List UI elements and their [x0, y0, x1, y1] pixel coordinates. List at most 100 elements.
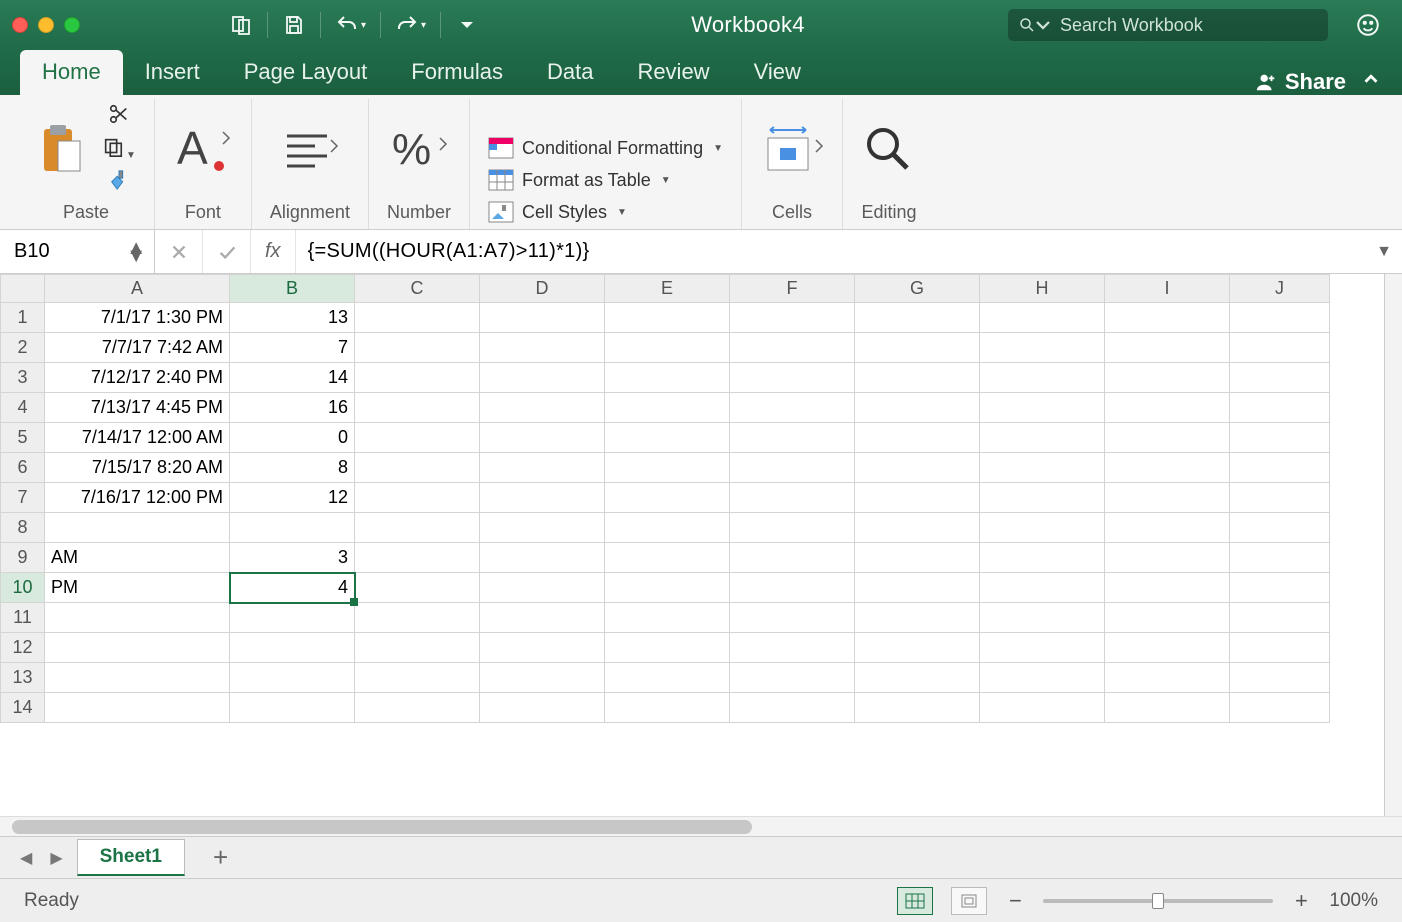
- cell[interactable]: [480, 363, 605, 393]
- cell[interactable]: [980, 573, 1105, 603]
- cell[interactable]: [1105, 573, 1230, 603]
- fill-handle[interactable]: [350, 598, 358, 606]
- cell[interactable]: [480, 663, 605, 693]
- cell[interactable]: [730, 483, 855, 513]
- row-header[interactable]: 2: [1, 333, 45, 363]
- row-header[interactable]: 7: [1, 483, 45, 513]
- cell[interactable]: [355, 363, 480, 393]
- cell[interactable]: [980, 693, 1105, 723]
- select-all-corner[interactable]: [1, 275, 45, 303]
- cell[interactable]: [605, 393, 730, 423]
- cell[interactable]: [355, 633, 480, 663]
- cell[interactable]: [980, 663, 1105, 693]
- cell[interactable]: [730, 333, 855, 363]
- cell[interactable]: PM: [45, 573, 230, 603]
- cell[interactable]: 7: [230, 333, 355, 363]
- cell[interactable]: [855, 513, 980, 543]
- expand-formula-bar-button[interactable]: ▼: [1366, 230, 1402, 273]
- cell[interactable]: [605, 693, 730, 723]
- cell[interactable]: [1105, 483, 1230, 513]
- cell[interactable]: [730, 303, 855, 333]
- cell[interactable]: [355, 453, 480, 483]
- cell[interactable]: [355, 693, 480, 723]
- cell[interactable]: 4: [230, 573, 355, 603]
- cell[interactable]: [855, 543, 980, 573]
- cell[interactable]: [605, 513, 730, 543]
- sheet-tab[interactable]: Sheet1: [77, 839, 185, 876]
- page-layout-view-button[interactable]: [951, 887, 987, 915]
- undo-button[interactable]: ▾: [335, 13, 366, 37]
- copy-button[interactable]: ▼: [102, 136, 136, 163]
- fx-label[interactable]: fx: [251, 230, 296, 273]
- cell[interactable]: [855, 363, 980, 393]
- multipage-icon[interactable]: [229, 13, 253, 37]
- enter-formula-button[interactable]: [203, 230, 251, 273]
- cell[interactable]: [355, 513, 480, 543]
- formula-input[interactable]: {=SUM((HOUR(A1:A7)>11)*1)}: [296, 230, 1366, 273]
- conditional-formatting-button[interactable]: Conditional Formatting▼: [488, 137, 723, 159]
- add-sheet-button[interactable]: +: [195, 842, 246, 873]
- cell[interactable]: [730, 393, 855, 423]
- cell[interactable]: 14: [230, 363, 355, 393]
- cell[interactable]: [980, 483, 1105, 513]
- cell[interactable]: [1230, 393, 1330, 423]
- cell[interactable]: [855, 333, 980, 363]
- cell[interactable]: [980, 603, 1105, 633]
- zoom-out-button[interactable]: −: [1005, 888, 1025, 914]
- row-header[interactable]: 1: [1, 303, 45, 333]
- cell[interactable]: 7/7/17 7:42 AM: [45, 333, 230, 363]
- cell[interactable]: [355, 423, 480, 453]
- scrollbar-thumb[interactable]: [12, 820, 752, 834]
- row-header[interactable]: 4: [1, 393, 45, 423]
- column-header[interactable]: H: [980, 275, 1105, 303]
- cell[interactable]: [980, 333, 1105, 363]
- cell[interactable]: [730, 363, 855, 393]
- tab-page-layout[interactable]: Page Layout: [222, 50, 390, 95]
- cell[interactable]: 7/1/17 1:30 PM: [45, 303, 230, 333]
- feedback-smile-icon[interactable]: [1355, 12, 1381, 38]
- cell[interactable]: [855, 483, 980, 513]
- cell[interactable]: [730, 663, 855, 693]
- cancel-formula-button[interactable]: [155, 230, 203, 273]
- cell[interactable]: [730, 513, 855, 543]
- cell[interactable]: 7/16/17 12:00 PM: [45, 483, 230, 513]
- zoom-slider[interactable]: [1043, 899, 1273, 903]
- paste-button[interactable]: [36, 121, 84, 179]
- cell[interactable]: [730, 603, 855, 633]
- sheet-nav-next-button[interactable]: ▶: [46, 844, 66, 872]
- cell[interactable]: [855, 663, 980, 693]
- namebox-stepper-icon[interactable]: ▲▼: [126, 244, 146, 260]
- cell[interactable]: [1105, 513, 1230, 543]
- cell[interactable]: [1105, 453, 1230, 483]
- cell[interactable]: [45, 633, 230, 663]
- cell[interactable]: [980, 633, 1105, 663]
- cell[interactable]: [730, 633, 855, 663]
- cell[interactable]: [855, 603, 980, 633]
- cell[interactable]: [1230, 603, 1330, 633]
- row-header[interactable]: 3: [1, 363, 45, 393]
- column-header[interactable]: I: [1105, 275, 1230, 303]
- alignment-group[interactable]: Alignment: [252, 99, 369, 229]
- cell[interactable]: [480, 393, 605, 423]
- cell[interactable]: [480, 633, 605, 663]
- cell[interactable]: 8: [230, 453, 355, 483]
- cell[interactable]: [480, 693, 605, 723]
- cell[interactable]: [980, 303, 1105, 333]
- cell[interactable]: 3: [230, 543, 355, 573]
- cell[interactable]: [605, 543, 730, 573]
- cell[interactable]: [480, 423, 605, 453]
- cell[interactable]: [45, 693, 230, 723]
- zoom-in-button[interactable]: +: [1291, 888, 1311, 914]
- cell[interactable]: [355, 603, 480, 633]
- cell[interactable]: [1105, 333, 1230, 363]
- cell[interactable]: 13: [230, 303, 355, 333]
- name-box[interactable]: B10 ▲▼: [0, 230, 155, 273]
- editing-group[interactable]: Editing: [843, 99, 935, 229]
- cell[interactable]: [605, 333, 730, 363]
- cut-button[interactable]: [108, 103, 130, 130]
- cell[interactable]: [1105, 603, 1230, 633]
- cell[interactable]: 7/15/17 8:20 AM: [45, 453, 230, 483]
- cell[interactable]: [1230, 333, 1330, 363]
- cell[interactable]: [855, 423, 980, 453]
- cell[interactable]: [1105, 303, 1230, 333]
